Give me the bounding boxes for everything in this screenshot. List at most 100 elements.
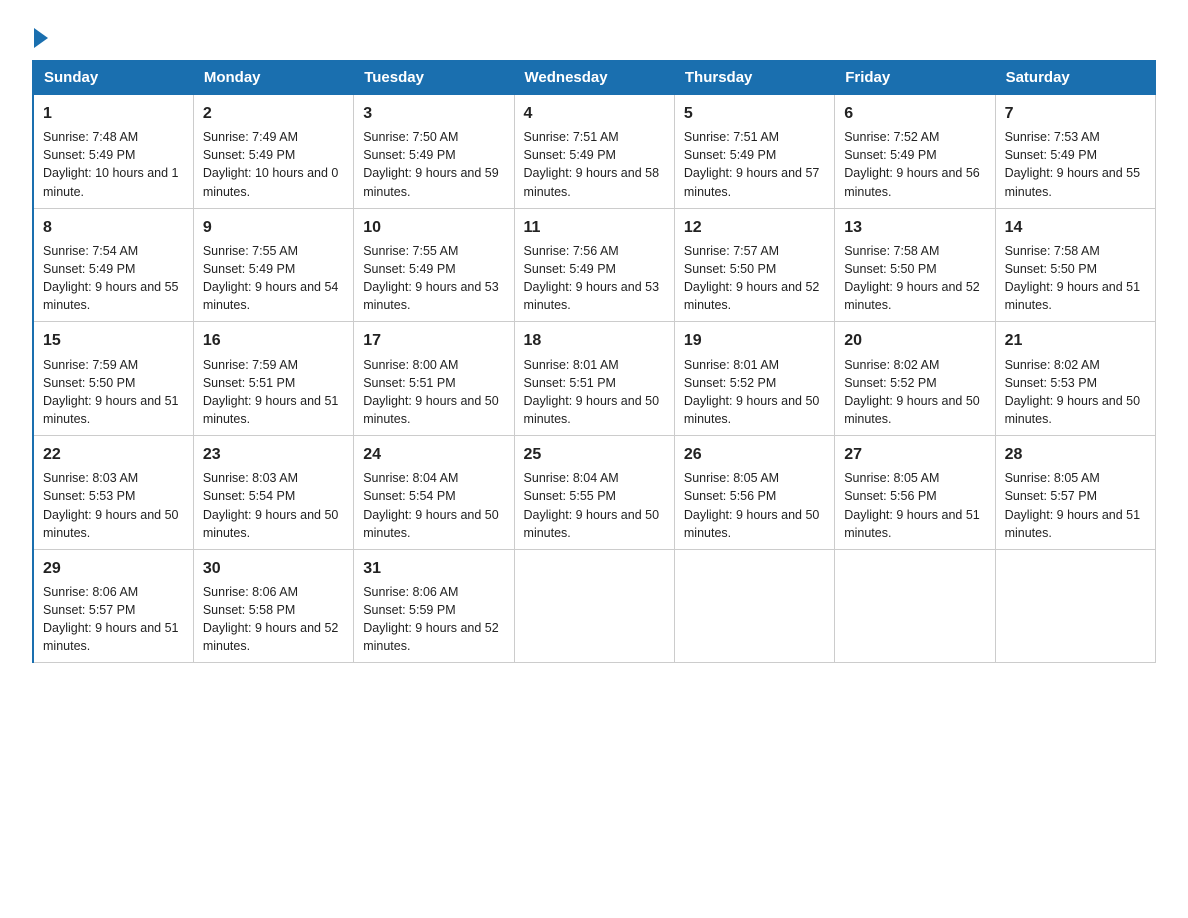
day-info: Sunrise: 7:53 AMSunset: 5:49 PMDaylight:… [1005, 128, 1146, 201]
calendar-cell: 9 Sunrise: 7:55 AMSunset: 5:49 PMDaylight… [193, 208, 353, 322]
calendar-cell: 31Sunrise: 8:06 AMSunset: 5:59 PMDayligh… [354, 549, 514, 663]
day-number: 25 [524, 443, 665, 466]
week-row-1: 1Sunrise: 7:48 AMSunset: 5:49 PMDaylight… [33, 95, 1156, 209]
day-info: Sunrise: 7:59 AMSunset: 5:50 PMDaylight:… [43, 356, 184, 429]
calendar-cell: 1Sunrise: 7:48 AMSunset: 5:49 PMDaylight… [33, 95, 193, 209]
calendar-cell: 19 Sunrise: 8:01 AMSunset: 5:52 PMDayligh… [674, 322, 834, 436]
day-number: 9 [203, 216, 344, 239]
calendar-cell: 14 Sunrise: 7:58 AMSunset: 5:50 PMDayligh… [995, 208, 1155, 322]
calendar-cell: 2 Sunrise: 7:49 AMSunset: 5:49 PMDaylight… [193, 95, 353, 209]
day-info: Sunrise: 8:05 AMSunset: 5:56 PMDaylight:… [684, 469, 825, 542]
day-number: 29 [43, 557, 184, 580]
day-number: 21 [1005, 329, 1146, 352]
logo-top [32, 24, 48, 48]
day-info: Sunrise: 8:03 AMSunset: 5:53 PMDaylight:… [43, 469, 184, 542]
day-number: 11 [524, 216, 665, 239]
calendar-cell: 22 Sunrise: 8:03 AMSunset: 5:53 PMDayligh… [33, 436, 193, 550]
day-number: 14 [1005, 216, 1146, 239]
day-info: Sunrise: 8:01 AMSunset: 5:52 PMDaylight:… [684, 356, 825, 429]
day-header-wednesday: Wednesday [514, 61, 674, 95]
calendar-header: SundayMondayTuesdayWednesdayThursdayFrid… [33, 61, 1156, 95]
day-info: Sunrise: 8:06 AMSunset: 5:58 PMDaylight:… [203, 583, 344, 656]
day-number: 10 [363, 216, 504, 239]
calendar-cell: 10 Sunrise: 7:55 AMSunset: 5:49 PMDayligh… [354, 208, 514, 322]
calendar-cell: 26 Sunrise: 8:05 AMSunset: 5:56 PMDayligh… [674, 436, 834, 550]
day-info: Sunrise: 8:02 AMSunset: 5:53 PMDaylight:… [1005, 356, 1146, 429]
day-number: 30 [203, 557, 344, 580]
day-number: 22 [43, 443, 184, 466]
calendar-cell: 8Sunrise: 7:54 AMSunset: 5:49 PMDaylight… [33, 208, 193, 322]
day-info: Sunrise: 7:55 AMSunset: 5:49 PMDaylight:… [363, 242, 504, 315]
day-info: Sunrise: 7:58 AMSunset: 5:50 PMDaylight:… [844, 242, 985, 315]
day-number: 2 [203, 102, 344, 125]
calendar-cell: 29Sunrise: 8:06 AMSunset: 5:57 PMDayligh… [33, 549, 193, 663]
day-info: Sunrise: 8:01 AMSunset: 5:51 PMDaylight:… [524, 356, 665, 429]
day-number: 28 [1005, 443, 1146, 466]
calendar-cell: 15 Sunrise: 7:59 AMSunset: 5:50 PMDayligh… [33, 322, 193, 436]
day-info: Sunrise: 7:50 AMSunset: 5:49 PMDaylight:… [363, 128, 504, 201]
day-number: 27 [844, 443, 985, 466]
calendar-cell [674, 549, 834, 663]
day-info: Sunrise: 8:02 AMSunset: 5:52 PMDaylight:… [844, 356, 985, 429]
day-number: 5 [684, 102, 825, 125]
calendar-cell: 11 Sunrise: 7:56 AMSunset: 5:49 PMDayligh… [514, 208, 674, 322]
day-info: Sunrise: 7:55 AMSunset: 5:49 PMDaylight:… [203, 242, 344, 315]
week-row-5: 29Sunrise: 8:06 AMSunset: 5:57 PMDayligh… [33, 549, 1156, 663]
day-header-sunday: Sunday [33, 61, 193, 95]
day-info: Sunrise: 8:04 AMSunset: 5:54 PMDaylight:… [363, 469, 504, 542]
day-number: 15 [43, 329, 184, 352]
calendar-table: SundayMondayTuesdayWednesdayThursdayFrid… [32, 60, 1156, 663]
calendar-cell [514, 549, 674, 663]
calendar-cell: 6 Sunrise: 7:52 AMSunset: 5:49 PMDaylight… [835, 95, 995, 209]
calendar-cell: 21 Sunrise: 8:02 AMSunset: 5:53 PMDayligh… [995, 322, 1155, 436]
week-row-3: 15 Sunrise: 7:59 AMSunset: 5:50 PMDayligh… [33, 322, 1156, 436]
day-info: Sunrise: 7:56 AMSunset: 5:49 PMDaylight:… [524, 242, 665, 315]
day-number: 31 [363, 557, 504, 580]
calendar-cell: 18 Sunrise: 8:01 AMSunset: 5:51 PMDayligh… [514, 322, 674, 436]
day-number: 4 [524, 102, 665, 125]
day-number: 24 [363, 443, 504, 466]
day-number: 19 [684, 329, 825, 352]
calendar-cell: 28 Sunrise: 8:05 AMSunset: 5:57 PMDayligh… [995, 436, 1155, 550]
calendar-cell: 17 Sunrise: 8:00 AMSunset: 5:51 PMDayligh… [354, 322, 514, 436]
day-header-tuesday: Tuesday [354, 61, 514, 95]
day-number: 17 [363, 329, 504, 352]
calendar-cell: 24 Sunrise: 8:04 AMSunset: 5:54 PMDayligh… [354, 436, 514, 550]
calendar-cell: 3 Sunrise: 7:50 AMSunset: 5:49 PMDaylight… [354, 95, 514, 209]
calendar-body: 1Sunrise: 7:48 AMSunset: 5:49 PMDaylight… [33, 95, 1156, 663]
calendar-cell: 5 Sunrise: 7:51 AMSunset: 5:49 PMDaylight… [674, 95, 834, 209]
day-info: Sunrise: 8:00 AMSunset: 5:51 PMDaylight:… [363, 356, 504, 429]
day-number: 26 [684, 443, 825, 466]
day-header-friday: Friday [835, 61, 995, 95]
calendar-cell: 30 Sunrise: 8:06 AMSunset: 5:58 PMDayligh… [193, 549, 353, 663]
day-number: 12 [684, 216, 825, 239]
logo-triangle-icon [34, 28, 48, 48]
day-info: Sunrise: 7:51 AMSunset: 5:49 PMDaylight:… [684, 128, 825, 201]
calendar-cell: 16 Sunrise: 7:59 AMSunset: 5:51 PMDayligh… [193, 322, 353, 436]
day-info: Sunrise: 7:49 AMSunset: 5:49 PMDaylight:… [203, 128, 344, 201]
day-number: 3 [363, 102, 504, 125]
day-number: 16 [203, 329, 344, 352]
day-number: 7 [1005, 102, 1146, 125]
day-info: Sunrise: 7:58 AMSunset: 5:50 PMDaylight:… [1005, 242, 1146, 315]
calendar-cell: 20 Sunrise: 8:02 AMSunset: 5:52 PMDayligh… [835, 322, 995, 436]
day-number: 13 [844, 216, 985, 239]
logo [32, 24, 48, 42]
calendar-cell: 4Sunrise: 7:51 AMSunset: 5:49 PMDaylight… [514, 95, 674, 209]
day-number: 18 [524, 329, 665, 352]
day-info: Sunrise: 7:54 AMSunset: 5:49 PMDaylight:… [43, 242, 184, 315]
calendar-cell [835, 549, 995, 663]
week-row-2: 8Sunrise: 7:54 AMSunset: 5:49 PMDaylight… [33, 208, 1156, 322]
day-header-row: SundayMondayTuesdayWednesdayThursdayFrid… [33, 61, 1156, 95]
day-info: Sunrise: 8:05 AMSunset: 5:57 PMDaylight:… [1005, 469, 1146, 542]
day-header-monday: Monday [193, 61, 353, 95]
day-header-thursday: Thursday [674, 61, 834, 95]
day-info: Sunrise: 8:03 AMSunset: 5:54 PMDaylight:… [203, 469, 344, 542]
day-info: Sunrise: 7:59 AMSunset: 5:51 PMDaylight:… [203, 356, 344, 429]
day-number: 1 [43, 102, 184, 125]
day-number: 6 [844, 102, 985, 125]
calendar-cell: 25Sunrise: 8:04 AMSunset: 5:55 PMDayligh… [514, 436, 674, 550]
calendar-cell: 23Sunrise: 8:03 AMSunset: 5:54 PMDayligh… [193, 436, 353, 550]
day-number: 20 [844, 329, 985, 352]
day-info: Sunrise: 7:52 AMSunset: 5:49 PMDaylight:… [844, 128, 985, 201]
